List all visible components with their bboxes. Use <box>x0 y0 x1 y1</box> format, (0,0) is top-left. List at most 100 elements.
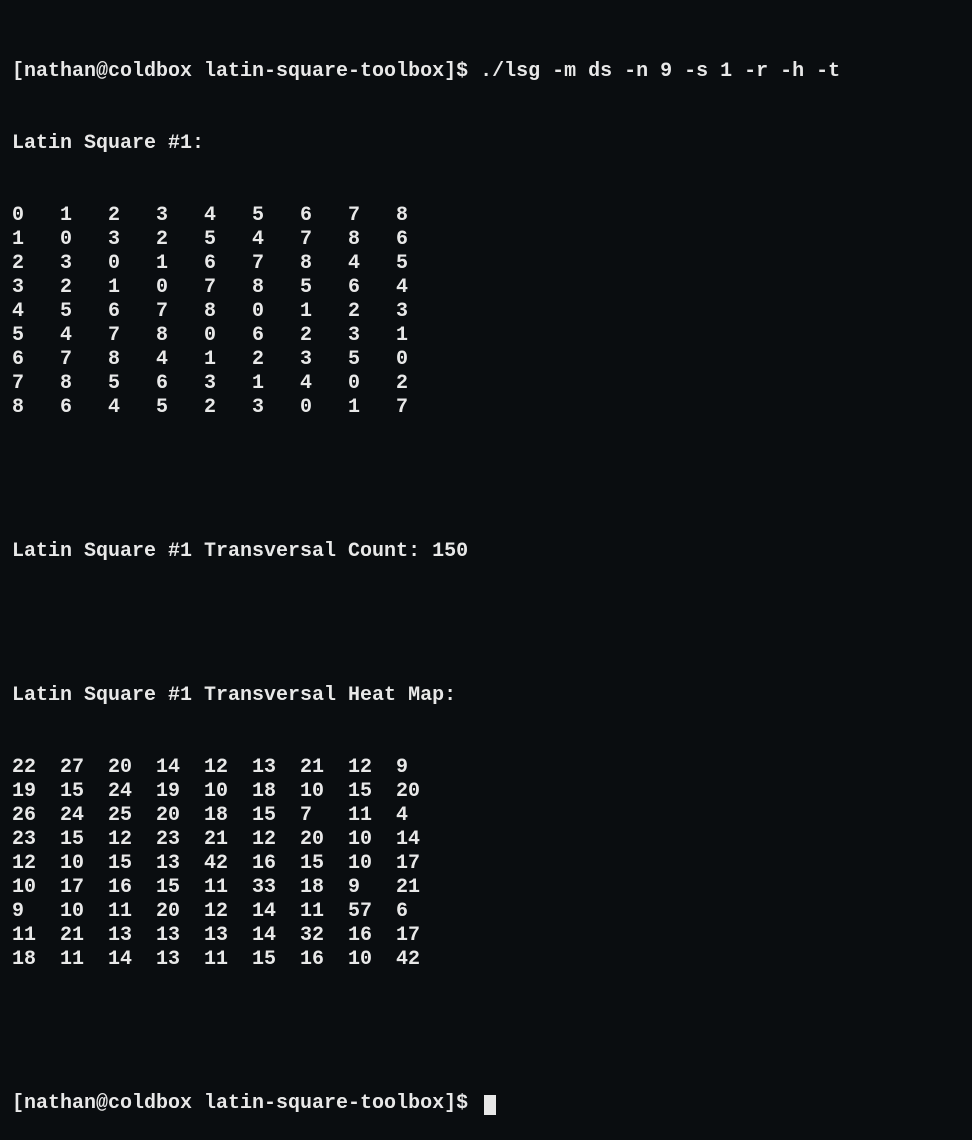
grid-cell: 0 <box>300 396 348 420</box>
grid-cell: 4 <box>12 300 60 324</box>
table-row: 103254786 <box>12 228 960 252</box>
grid-cell: 5 <box>252 204 300 228</box>
grid-cell: 21 <box>60 924 108 948</box>
grid-cell: 3 <box>60 252 108 276</box>
grid-cell: 16 <box>300 948 348 972</box>
grid-cell: 4 <box>204 204 252 228</box>
table-row: 547806231 <box>12 324 960 348</box>
grid-cell: 12 <box>252 828 300 852</box>
grid-cell: 3 <box>348 324 396 348</box>
grid-cell: 0 <box>156 276 204 300</box>
heat-map-header: Latin Square #1 Transversal Heat Map: <box>12 684 960 708</box>
table-row: 121015134216151017 <box>12 852 960 876</box>
grid-cell: 0 <box>60 228 108 252</box>
grid-cell: 5 <box>60 300 108 324</box>
grid-cell: 32 <box>300 924 348 948</box>
grid-cell: 8 <box>12 396 60 420</box>
grid-cell: 3 <box>156 204 204 228</box>
grid-cell: 20 <box>300 828 348 852</box>
grid-cell: 17 <box>396 924 444 948</box>
grid-cell: 0 <box>396 348 444 372</box>
grid-cell: 15 <box>252 948 300 972</box>
table-row: 22272014121321129 <box>12 756 960 780</box>
grid-cell: 13 <box>108 924 156 948</box>
grid-cell: 7 <box>348 204 396 228</box>
grid-cell: 8 <box>156 324 204 348</box>
grid-cell: 33 <box>252 876 300 900</box>
grid-cell: 13 <box>156 852 204 876</box>
cursor <box>484 1095 496 1115</box>
grid-cell: 11 <box>204 948 252 972</box>
grid-cell: 9 <box>348 876 396 900</box>
grid-cell: 13 <box>156 924 204 948</box>
grid-cell: 2 <box>300 324 348 348</box>
grid-cell: 23 <box>156 828 204 852</box>
table-row: 2624252018157114 <box>12 804 960 828</box>
grid-cell: 7 <box>300 228 348 252</box>
grid-cell: 15 <box>252 804 300 828</box>
grid-cell: 26 <box>12 804 60 828</box>
grid-cell: 4 <box>396 276 444 300</box>
grid-cell: 23 <box>12 828 60 852</box>
grid-cell: 14 <box>252 924 300 948</box>
grid-cell: 21 <box>396 876 444 900</box>
table-row: 9101120121411576 <box>12 900 960 924</box>
grid-cell: 8 <box>60 372 108 396</box>
grid-cell: 10 <box>60 852 108 876</box>
grid-cell: 6 <box>252 324 300 348</box>
grid-cell: 2 <box>108 204 156 228</box>
table-row: 678412350 <box>12 348 960 372</box>
grid-cell: 0 <box>348 372 396 396</box>
grid-cell: 7 <box>12 372 60 396</box>
grid-cell: 1 <box>252 372 300 396</box>
grid-cell: 14 <box>396 828 444 852</box>
grid-cell: 5 <box>204 228 252 252</box>
grid-cell: 13 <box>156 948 204 972</box>
table-row: 864523017 <box>12 396 960 420</box>
blank-line <box>12 468 960 492</box>
grid-cell: 2 <box>348 300 396 324</box>
grid-cell: 57 <box>348 900 396 924</box>
grid-cell: 10 <box>60 900 108 924</box>
grid-cell: 9 <box>396 756 444 780</box>
prompt-line-2[interactable]: [nathan@coldbox latin-square-toolbox]$ <box>12 1092 960 1116</box>
grid-cell: 15 <box>156 876 204 900</box>
grid-cell: 14 <box>156 756 204 780</box>
grid-cell: 42 <box>396 948 444 972</box>
table-row: 191524191018101520 <box>12 780 960 804</box>
grid-cell: 8 <box>300 252 348 276</box>
prompt-prefix: [nathan@coldbox latin-square-toolbox]$ <box>12 60 480 83</box>
grid-cell: 5 <box>12 324 60 348</box>
grid-cell: 5 <box>396 252 444 276</box>
grid-cell: 18 <box>300 876 348 900</box>
terminal-output[interactable]: [nathan@coldbox latin-square-toolbox]$ .… <box>12 12 960 1140</box>
grid-cell: 2 <box>204 396 252 420</box>
grid-cell: 1 <box>60 204 108 228</box>
grid-cell: 5 <box>156 396 204 420</box>
grid-cell: 7 <box>252 252 300 276</box>
grid-cell: 2 <box>12 252 60 276</box>
grid-cell: 2 <box>156 228 204 252</box>
grid-cell: 6 <box>396 900 444 924</box>
grid-cell: 1 <box>396 324 444 348</box>
grid-cell: 0 <box>12 204 60 228</box>
grid-cell: 3 <box>204 372 252 396</box>
grid-cell: 42 <box>204 852 252 876</box>
grid-cell: 3 <box>396 300 444 324</box>
table-row: 321078564 <box>12 276 960 300</box>
grid-cell: 18 <box>252 780 300 804</box>
grid-cell: 11 <box>12 924 60 948</box>
grid-cell: 4 <box>348 252 396 276</box>
grid-cell: 15 <box>108 852 156 876</box>
grid-cell: 24 <box>60 804 108 828</box>
table-row: 456780123 <box>12 300 960 324</box>
grid-cell: 7 <box>300 804 348 828</box>
grid-cell: 6 <box>396 228 444 252</box>
grid-cell: 6 <box>12 348 60 372</box>
grid-cell: 20 <box>156 900 204 924</box>
grid-cell: 4 <box>252 228 300 252</box>
grid-cell: 15 <box>348 780 396 804</box>
grid-cell: 7 <box>204 276 252 300</box>
grid-cell: 4 <box>60 324 108 348</box>
table-row: 10171615113318921 <box>12 876 960 900</box>
